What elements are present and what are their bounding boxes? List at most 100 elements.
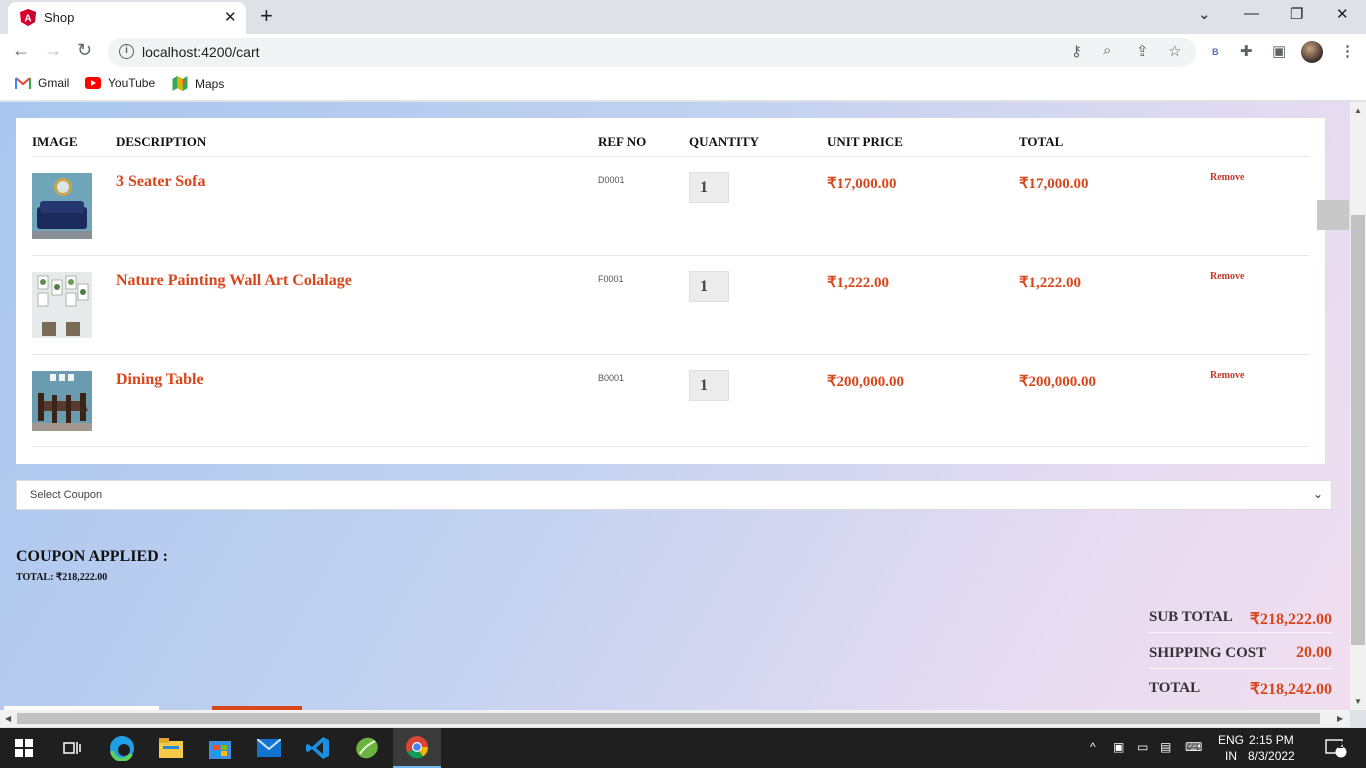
item-description[interactable]: Dining Table — [116, 371, 204, 389]
mail-icon[interactable] — [245, 728, 293, 768]
tab-title: Shop — [44, 10, 75, 25]
notification-center-icon[interactable]: 2 — [1316, 728, 1356, 768]
subtotal-label: SUB TOTAL — [1149, 609, 1233, 625]
remove-button[interactable]: Remove — [1210, 172, 1244, 183]
system-clock[interactable]: 2:15 PM 8/3/2022 — [1248, 732, 1295, 764]
bookmark-label: YouTube — [108, 76, 156, 90]
browser-tab[interactable]: A Shop ✕ — [8, 2, 246, 34]
battery-icon[interactable]: ▭ — [1137, 740, 1148, 754]
url-text[interactable]: localhost:4200/cart — [142, 44, 260, 60]
summary-divider — [1149, 632, 1332, 633]
vscode-icon[interactable] — [294, 728, 342, 768]
browser-toolbar: ← → ↻ i localhost:4200/cart ⚷ ⌕ ⇪ ☆ B ✚ … — [0, 34, 1366, 70]
coupon-total: TOTAL: ₹218,222.00 — [16, 572, 108, 583]
tab-search-icon[interactable]: ⌄ — [1198, 5, 1211, 23]
quantity-input[interactable]: 1 — [689, 172, 729, 203]
item-unit-price: ₹1,222.00 — [827, 275, 890, 291]
svg-text:A: A — [24, 14, 31, 25]
header-ref-no: REF NO — [598, 134, 647, 149]
star-icon[interactable]: ☆ — [1168, 42, 1181, 60]
zoom-icon[interactable]: ⌕ — [1103, 42, 1111, 59]
scroll-right-icon[interactable]: ▶ — [1337, 714, 1343, 723]
item-unit-price: ₹200,000.00 — [827, 374, 905, 390]
item-total: ₹1,222.00 — [1019, 275, 1082, 291]
vertical-scroll-thumb[interactable] — [1351, 215, 1365, 645]
share-icon[interactable]: ⇪ — [1136, 42, 1149, 60]
new-tab-icon[interactable]: + — [260, 3, 273, 29]
restore-icon[interactable]: ❐ — [1290, 5, 1303, 23]
windows-start-icon[interactable] — [0, 728, 48, 768]
product-image-dining-table[interactable] — [32, 371, 92, 431]
key-icon[interactable]: ⚷ — [1071, 42, 1082, 60]
tab-strip: A Shop ✕ + ⌄ — ❐ ✕ — [0, 0, 1366, 34]
tray-app-icon[interactable]: ▣ — [1113, 740, 1124, 754]
edge-icon[interactable] — [98, 728, 146, 768]
subtotal-value: ₹218,222.00 — [1249, 611, 1332, 628]
table-row: 3 Seater Sofa D0001 1 ₹17,000.00 ₹17,000… — [32, 157, 1309, 256]
bookmark-youtube[interactable]: YouTube — [85, 76, 155, 90]
close-window-icon[interactable]: ✕ — [1336, 5, 1349, 23]
header-description: DESCRIPTION — [116, 134, 207, 149]
bookmarks-bar: Gmail YouTube Maps — [0, 70, 1366, 101]
header-unit-price: UNIT PRICE — [827, 134, 903, 149]
taskbar: ^ ▣ ▭ ▤ ⌨ ENG IN 2:15 PM 8/3/2022 2 — [0, 728, 1366, 768]
item-description[interactable]: 3 Seater Sofa — [116, 173, 205, 191]
clock-time: 2:15 PM — [1249, 733, 1294, 747]
address-bar[interactable]: i localhost:4200/cart ⚷ ⌕ ⇪ ☆ — [108, 38, 1196, 67]
sidepanel-icon[interactable]: ▣ — [1272, 42, 1286, 60]
keyboard-icon[interactable]: ⌨ — [1185, 740, 1202, 754]
item-ref: B0001 — [598, 373, 625, 383]
item-total: ₹17,000.00 — [1019, 176, 1089, 192]
spring-tool-icon[interactable] — [343, 728, 391, 768]
task-view-icon[interactable] — [48, 728, 96, 768]
region-code: IN — [1225, 749, 1237, 763]
total-label: TOTAL — [1149, 680, 1201, 696]
puzzle-icon[interactable]: ✚ — [1240, 42, 1253, 60]
file-explorer-icon[interactable] — [147, 728, 195, 768]
bookmark-maps[interactable]: Maps — [172, 76, 224, 91]
item-unit-price: ₹17,000.00 — [827, 176, 897, 192]
shipping-label: SHIPPING COST — [1149, 645, 1267, 661]
profile-avatar[interactable] — [1301, 41, 1323, 63]
product-image-painting[interactable] — [32, 272, 92, 338]
remove-button[interactable]: Remove — [1210, 271, 1244, 282]
youtube-icon — [85, 77, 101, 89]
extension-b-icon[interactable]: B — [1212, 47, 1219, 57]
close-tab-icon[interactable]: ✕ — [224, 8, 237, 26]
coupon-applied-title: COUPON APPLIED : — [16, 548, 168, 565]
cart-table: IMAGE DESCRIPTION REF NO QUANTITY UNIT P… — [16, 118, 1325, 464]
remove-button[interactable]: Remove — [1210, 370, 1244, 381]
reload-icon[interactable]: ↻ — [77, 40, 92, 61]
coupon-select-value: Select Coupon — [30, 489, 103, 501]
item-ref: D0001 — [598, 175, 625, 185]
angular-icon: A — [20, 9, 36, 26]
bookmark-gmail[interactable]: Gmail — [15, 76, 69, 90]
coupon-select[interactable]: Select Coupon ⌄ — [16, 480, 1332, 510]
more-icon[interactable]: ⋮ — [1340, 42, 1355, 60]
header-total: TOTAL — [1019, 134, 1064, 149]
back-icon[interactable]: ← — [12, 40, 30, 61]
info-icon[interactable]: i — [119, 44, 134, 59]
chrome-icon[interactable] — [393, 728, 441, 768]
shipping-value: 20.00 — [1296, 644, 1332, 661]
maps-icon — [172, 76, 188, 91]
language-code: ENG — [1218, 733, 1245, 747]
store-icon[interactable] — [196, 728, 244, 768]
summary-divider — [1149, 668, 1332, 669]
product-image-sofa[interactable] — [32, 173, 92, 239]
scroll-left-icon[interactable]: ◀ — [5, 714, 11, 723]
bookmark-label: Gmail — [38, 76, 70, 90]
quantity-input[interactable]: 1 — [689, 370, 729, 401]
network-icon[interactable]: ▤ — [1160, 740, 1171, 754]
item-description[interactable]: Nature Painting Wall Art Colalage — [116, 272, 352, 290]
chevron-down-icon: ⌄ — [1312, 487, 1323, 501]
horizontal-scroll-thumb[interactable] — [17, 713, 1320, 724]
scroll-up-icon[interactable]: ▲ — [1354, 106, 1362, 115]
language-indicator[interactable]: ENG IN — [1218, 732, 1244, 764]
quantity-input[interactable]: 1 — [689, 271, 729, 302]
scroll-down-icon[interactable]: ▼ — [1354, 697, 1362, 706]
tray-expand-icon[interactable]: ^ — [1090, 740, 1096, 754]
header-quantity: QUANTITY — [689, 134, 760, 149]
minimize-icon[interactable]: — — [1244, 5, 1259, 22]
forward-icon[interactable]: → — [44, 40, 62, 61]
